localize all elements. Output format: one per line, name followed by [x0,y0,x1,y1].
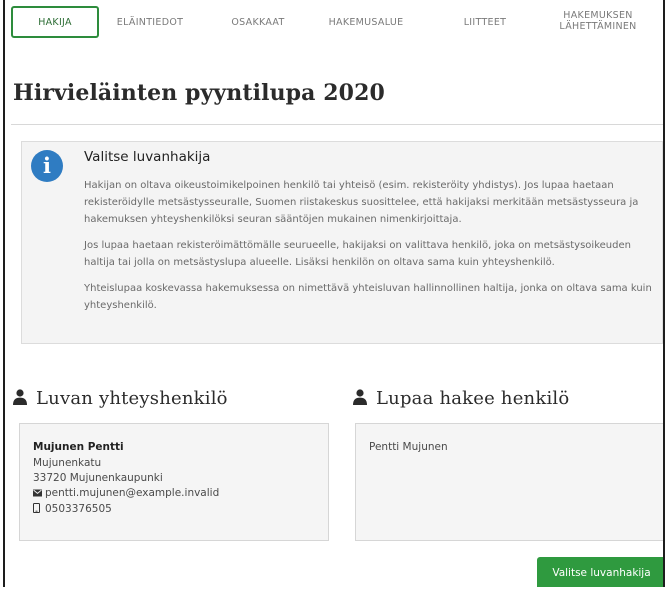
contact-email: pentti.mujunen@example.invalid [45,487,220,499]
tab-elaintiedot[interactable]: ELÄINTIEDOT [107,6,193,49]
tab-osakkaat[interactable]: OSAKKAAT [218,6,298,49]
tab-liitteet[interactable]: LIITTEET [451,6,519,49]
applicant-heading-text: Lupaa hakee henkilö [376,388,570,409]
tab-hakemusalue[interactable]: HAKEMUSALUE [316,6,416,49]
tab-label: HAKIJA [38,17,72,28]
applicant-card: Pentti Mujunen [355,423,663,541]
application-page: HAKIJA ELÄINTIEDOT OSAKKAAT HAKEMUSALUE … [3,0,665,587]
info-title: Valitse luvanhakija [84,149,211,165]
tab-label: HAKEMUKSEN [563,10,633,21]
tab-label: OSAKKAAT [231,17,285,28]
contact-city: 33720 Mujunenkaupunki [33,472,163,484]
contact-card: Mujunen Pentti Mujunenkatu 33720 Mujunen… [19,423,329,541]
contact-street: Mujunenkatu [33,457,102,469]
tab-label-line2: LÄHETTÄMINEN [559,21,637,32]
contact-phone-row: 0503376505 [33,502,315,518]
envelope-icon [33,487,42,502]
select-applicant-button[interactable]: Valitse luvanhakija [537,557,663,587]
info-paragraph: Hakijan on oltava oikeustoimikelpoinen h… [84,180,639,225]
mobile-phone-icon [33,503,42,518]
applicant-name: Pentti Mujunen [369,441,448,453]
contact-phone: 0503376505 [45,503,112,515]
info-box: i Valitse luvanhakija Hakijan on oltava … [21,141,663,344]
tab-label: LIITTEET [463,17,507,28]
contact-email-row: pentti.mujunen@example.invalid [33,486,315,502]
tab-label: HAKEMUSALUE [328,17,404,28]
step-tabs: HAKIJA ELÄINTIEDOT OSAKKAAT HAKEMUSALUE … [11,6,659,42]
divider [11,124,663,125]
contact-heading: Luvan yhteyshenkilö [13,388,228,410]
person-icon [13,389,27,410]
info-paragraph: Yhteislupaa koskevassa hakemuksessa on n… [84,283,652,311]
tab-hakija[interactable]: HAKIJA [11,6,99,38]
info-body: Hakijan on oltava oikeustoimikelpoinen h… [84,177,654,323]
contact-name: Mujunen Pentti [33,441,124,453]
applicant-heading: Lupaa hakee henkilö [353,388,569,410]
tab-label: ELÄINTIEDOT [116,17,184,28]
info-paragraph: Jos lupaa haetaan rekisteröimättömälle s… [84,240,631,268]
info-icon: i [31,150,63,182]
page-title: Hirvieläinten pyyntilupa 2020 [13,80,385,106]
contact-heading-text: Luvan yhteyshenkilö [36,388,228,409]
tab-hakemuksen-lahettaminen[interactable]: HAKEMUKSEN LÄHETTÄMINEN [543,6,653,42]
person-icon [353,389,367,410]
